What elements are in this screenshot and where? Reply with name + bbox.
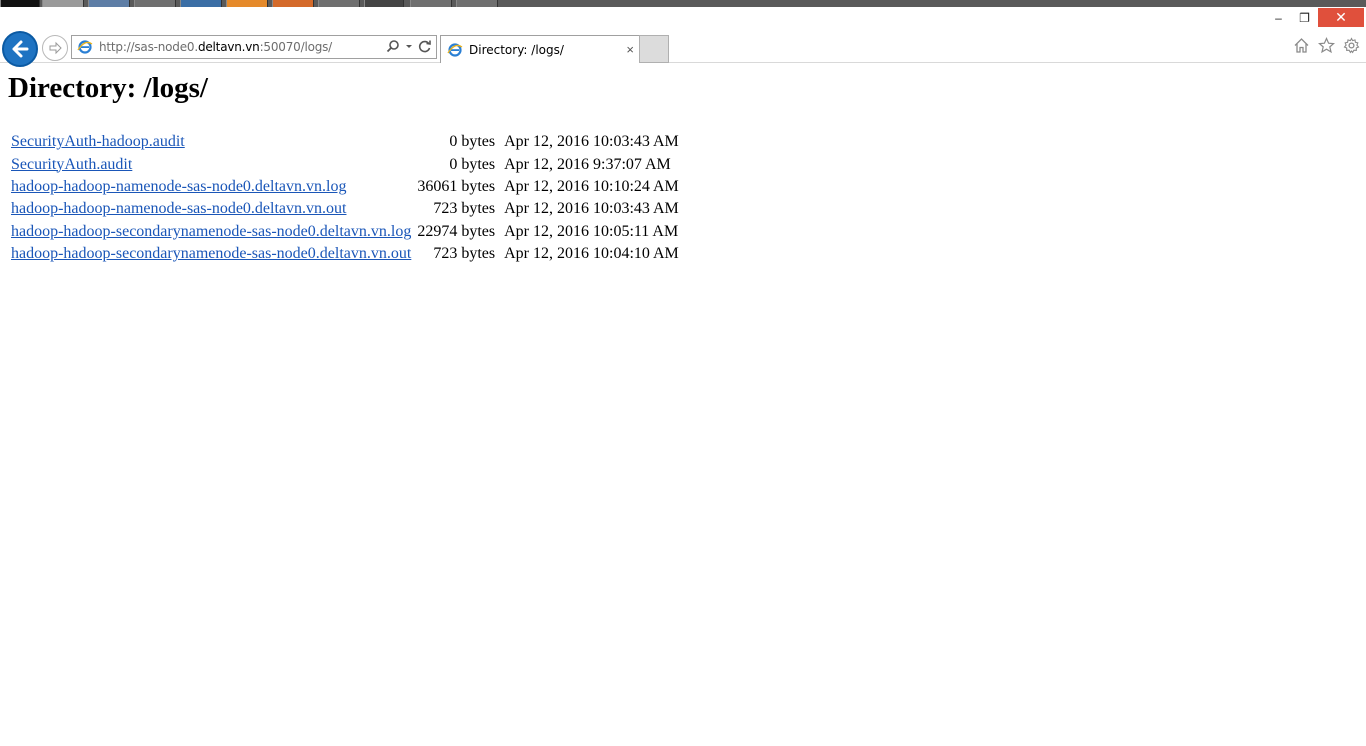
file-link[interactable]: hadoop-hadoop-secondarynamenode-sas-node… [11,223,411,240]
file-date: Apr 12, 2016 10:05:11 AM [504,222,679,240]
taskbar-item[interactable] [42,0,84,7]
taskbar-item[interactable] [456,0,498,7]
minimize-button[interactable]: – [1266,8,1291,27]
file-size: 36061 bytes [417,177,496,195]
taskbar-strip [0,0,1366,7]
table-row: hadoop-hadoop-secondarynamenode-sas-node… [11,221,679,243]
file-link[interactable]: SecurityAuth-hadoop.audit [11,133,185,150]
table-row: hadoop-hadoop-namenode-sas-node0.deltavn… [11,176,679,198]
table-row: hadoop-hadoop-secondarynamenode-sas-node… [11,243,679,265]
forward-arrow-icon [49,41,62,55]
file-size: 723 bytes [433,245,496,263]
file-name-cell: hadoop-hadoop-namenode-sas-node0.deltavn… [11,198,411,220]
file-date: Apr 12, 2016 10:10:24 AM [504,177,679,195]
taskbar-item[interactable] [180,0,222,7]
dropdown-icon[interactable] [405,39,413,53]
file-name-cell: hadoop-hadoop-namenode-sas-node0.deltavn… [11,176,411,198]
search-icon[interactable] [386,39,400,53]
file-size: 0 bytes [449,133,496,151]
file-size: 723 bytes [433,200,496,218]
file-size: 0 bytes [449,155,496,173]
file-size: 22974 bytes [417,222,496,240]
file-date: Apr 12, 2016 9:37:07 AM [504,155,671,173]
new-tab-button[interactable] [639,35,669,63]
taskbar-item[interactable] [226,0,268,7]
file-name-cell: hadoop-hadoop-secondarynamenode-sas-node… [11,243,411,265]
address-actions [386,39,432,53]
home-icon[interactable] [1293,37,1310,54]
file-link[interactable]: hadoop-hadoop-namenode-sas-node0.deltavn… [11,178,346,195]
table-row: hadoop-hadoop-namenode-sas-node0.deltavn… [11,198,679,220]
tab-title: Directory: /logs/ [469,42,564,57]
file-name-cell: SecurityAuth.audit [11,153,411,175]
url-suffix: :50070/logs/ [259,40,333,54]
taskbar-item[interactable] [410,0,452,7]
taskbar-item[interactable] [0,0,40,7]
file-date: Apr 12, 2016 10:03:43 AM [504,200,679,218]
taskbar-item[interactable] [134,0,176,7]
ie-logo-icon [77,40,93,54]
back-arrow-icon [12,40,29,58]
table-row: SecurityAuth.audit 0 bytes Apr 12, 2016 9:… [11,153,679,175]
page-content: Directory: /logs/ SecurityAuth-hadoop.au… [0,64,1366,746]
file-link[interactable]: hadoop-hadoop-namenode-sas-node0.deltavn… [11,200,346,217]
taskbar-item[interactable] [364,0,404,7]
file-date: Apr 12, 2016 10:04:10 AM [504,245,679,263]
url-text[interactable]: http://sas-node0.deltavn.vn:50070/logs/ [99,40,332,54]
back-button[interactable] [2,31,38,67]
right-toolbar [1293,37,1360,54]
tab-directory-logs[interactable]: Directory: /logs/ × [440,35,640,63]
settings-gear-icon[interactable] [1343,37,1360,54]
address-bar[interactable]: http://sas-node0.deltavn.vn:50070/logs/ [71,35,437,59]
file-name-cell: SecurityAuth-hadoop.audit [11,131,411,153]
close-window-button[interactable]: ✕ [1318,8,1364,27]
taskbar-item[interactable] [318,0,360,7]
file-name-cell: hadoop-hadoop-secondarynamenode-sas-node… [11,221,411,243]
tab-close-button[interactable]: × [626,42,634,57]
restore-button[interactable]: ❐ [1292,8,1317,27]
table-row: SecurityAuth-hadoop.audit 0 bytes Apr 12, … [11,131,679,153]
favorites-star-icon[interactable] [1318,37,1335,54]
file-date: Apr 12, 2016 10:03:43 AM [504,133,679,151]
file-link[interactable]: hadoop-hadoop-secondarynamenode-sas-node… [11,245,411,262]
page-title: Directory: /logs/ [8,72,208,104]
url-domain: deltavn.vn [197,40,260,54]
url-prefix: http://sas-node0. [99,40,198,54]
browser-chrome: – ❐ ✕ http://sas-node0.deltavn.vn:50070/… [0,7,1366,67]
file-listing-table: SecurityAuth-hadoop.audit 0 bytes Apr 12, … [9,131,681,265]
forward-button[interactable] [42,35,68,61]
taskbar-item[interactable] [272,0,314,7]
ie-logo-icon [447,42,463,57]
taskbar-item[interactable] [88,0,130,7]
refresh-icon[interactable] [418,39,432,53]
file-link[interactable]: SecurityAuth.audit [11,156,132,173]
